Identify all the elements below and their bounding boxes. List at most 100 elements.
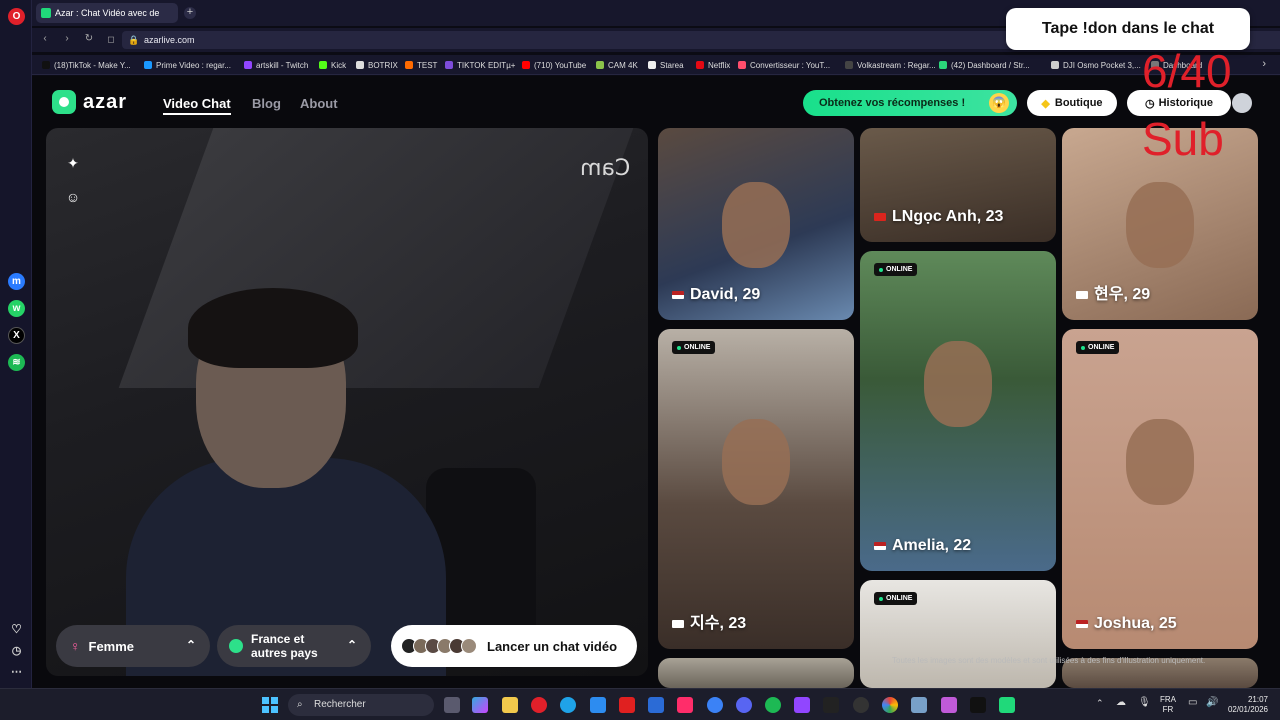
bookmark-item[interactable]: TIKTOK EDITµ+ <box>445 58 515 72</box>
historique-label: Historique <box>1158 97 1213 109</box>
language-indicator[interactable]: FRA FR <box>1160 695 1176 715</box>
clock-date: 02/01/2026 <box>1227 705 1268 714</box>
sub-goal-label: Sub <box>1142 113 1224 165</box>
avatar[interactable] <box>1232 93 1252 113</box>
messenger-icon[interactable]: m <box>8 273 25 290</box>
more-dots-icon[interactable]: ⋯ <box>8 663 25 680</box>
app-circle-icon[interactable] <box>707 697 723 713</box>
nav-about[interactable]: About <box>300 96 338 111</box>
profile-card[interactable]: LNgọc Anh, 23 <box>860 128 1056 242</box>
bookmark-item[interactable]: Volkastream : Regar... <box>845 58 936 72</box>
bookmark-item[interactable]: Netflix <box>696 58 730 72</box>
boutique-label: Boutique <box>1054 97 1103 109</box>
bookmark-item[interactable]: Kick <box>319 58 346 72</box>
windows-taskbar: ⌕ Rechercher ⌃ ☁ 🎙 FRA FR ▭ 🔊 21:07 02/0… <box>0 688 1280 720</box>
profile-name-text: Amelia, 22 <box>892 537 972 554</box>
bookmark-favicon-icon <box>939 61 947 69</box>
profile-card[interactable]: ONLINE 지수, 23 <box>658 329 854 649</box>
taskbar-search-field[interactable]: ⌕ Rechercher <box>288 694 434 716</box>
onedrive-icon[interactable]: ☁ <box>1116 697 1126 708</box>
discord-icon[interactable] <box>736 697 752 713</box>
profile-card[interactable]: David, 29 <box>658 128 854 320</box>
country-flag-icon <box>1076 619 1088 628</box>
app-l-icon[interactable] <box>619 697 635 713</box>
windows-start-icon[interactable] <box>262 697 278 713</box>
task-view-icon[interactable] <box>444 697 460 713</box>
app-blue-icon[interactable] <box>648 697 664 713</box>
file-explorer-icon[interactable] <box>502 697 518 713</box>
profile-name: Amelia, 22 <box>874 537 971 555</box>
network-icon[interactable]: ▭ <box>1188 697 1197 708</box>
opera-logo-icon[interactable]: O <box>8 8 25 25</box>
bookmark-label: TIKTOK EDITµ+ <box>457 60 516 70</box>
profile-card[interactable]: ONLINE <box>860 580 1056 688</box>
gender-label: Femme <box>88 638 135 654</box>
bookmark-item[interactable]: CAM 4K <box>596 58 638 72</box>
obs-icon[interactable] <box>853 697 869 713</box>
spotify-icon[interactable]: ≋ <box>8 354 25 371</box>
back-icon[interactable]: ‹ <box>38 32 52 46</box>
heart-icon[interactable]: ♡ <box>8 620 25 637</box>
new-tab-button[interactable]: + <box>184 7 196 19</box>
profile-card[interactable] <box>658 658 854 688</box>
volume-icon[interactable]: 🔊 <box>1206 697 1218 708</box>
shield-icon[interactable]: ◻ <box>104 32 118 46</box>
bookmark-favicon-icon <box>144 61 152 69</box>
bookmark-item[interactable]: (18)TikTok - Make Y... <box>42 58 131 72</box>
bookmark-item[interactable]: TEST <box>405 58 437 72</box>
epic-games-icon[interactable] <box>823 697 839 713</box>
azar-logo[interactable]: azar <box>52 90 127 114</box>
country-filter-button[interactable]: France et autres pays ⌃ <box>217 625 371 667</box>
history-clock-icon[interactable]: ◷ <box>8 642 25 659</box>
tiktok-icon[interactable] <box>970 697 986 713</box>
tray-chevron-icon[interactable]: ⌃ <box>1096 698 1104 709</box>
azar-taskbar-icon[interactable] <box>999 697 1015 713</box>
bookmark-item[interactable]: artskill - Twitch <box>244 58 308 72</box>
bookmark-item[interactable]: Convertisseur : YouT... <box>738 58 830 72</box>
avatar-thumb <box>461 638 477 654</box>
nav-video-chat[interactable]: Video Chat <box>163 96 231 115</box>
webcam-preview: Cam ✦ ☺ ♀ Femme ⌃ France et autres pays … <box>46 128 648 676</box>
bookmark-label: Prime Video : regar... <box>156 60 231 70</box>
clock[interactable]: 21:07 02/01/2026 <box>1226 695 1268 715</box>
forward-icon[interactable]: › <box>60 32 74 46</box>
nav-blog[interactable]: Blog <box>252 96 281 111</box>
tiktok-studio-icon[interactable] <box>677 697 693 713</box>
clock-time: 21:07 <box>1247 695 1268 704</box>
rewards-button[interactable]: Obtenez vos récompenses ! 😱 <box>803 90 1017 116</box>
tab-azar[interactable]: Azar : Chat Vidéo avec de <box>36 3 178 23</box>
bookmark-favicon-icon <box>845 61 853 69</box>
copilot-icon[interactable] <box>472 697 488 713</box>
bookmark-item[interactable]: Starea <box>648 58 684 72</box>
bookmark-item[interactable]: BOTRIX <box>356 58 398 72</box>
boutique-button[interactable]: ◆ Boutique <box>1027 90 1117 116</box>
bookmark-item[interactable]: (710) YouTube <box>522 58 586 72</box>
reload-icon[interactable]: ↻ <box>82 32 96 46</box>
profile-card[interactable]: ONLINE Joshua, 25 <box>1062 329 1258 649</box>
gender-filter-button[interactable]: ♀ Femme ⌃ <box>56 625 210 667</box>
photos-icon[interactable] <box>911 697 927 713</box>
opera-taskbar-icon[interactable] <box>531 697 547 713</box>
bookmark-item[interactable]: DJI Osmo Pocket 3,... <box>1051 58 1141 72</box>
spotify-taskbar-icon[interactable] <box>765 697 781 713</box>
store-icon[interactable] <box>590 697 606 713</box>
bookmark-label: Netflix <box>708 60 731 70</box>
chrome-icon[interactable] <box>882 697 898 713</box>
bookmark-item[interactable]: (42) Dashboard / Str... <box>939 58 1030 72</box>
app-purple-icon[interactable] <box>941 697 957 713</box>
bookmark-label: artskill - Twitch <box>256 60 309 70</box>
country-flag-icon <box>672 619 684 628</box>
azar-page: azar Video Chat Blog About Obtenez vos r… <box>32 76 1280 688</box>
face-filter-icon[interactable]: ☺ <box>64 188 82 206</box>
mic-icon[interactable]: 🎙 <box>1138 697 1151 708</box>
bookmarks-overflow-icon[interactable]: › <box>1262 58 1266 70</box>
launch-video-chat-button[interactable]: Lancer un chat vidéo <box>391 625 637 667</box>
whatsapp-icon[interactable]: w <box>8 300 25 317</box>
country-flag-icon <box>672 290 684 299</box>
twitch-studio-icon[interactable] <box>794 697 810 713</box>
bookmark-item[interactable]: Prime Video : regar... <box>144 58 231 72</box>
edge-icon[interactable] <box>560 697 576 713</box>
x-twitter-icon[interactable]: X <box>8 327 25 344</box>
sparkle-effects-icon[interactable]: ✦ <box>64 154 82 172</box>
profile-card[interactable]: ONLINE Amelia, 22 <box>860 251 1056 571</box>
